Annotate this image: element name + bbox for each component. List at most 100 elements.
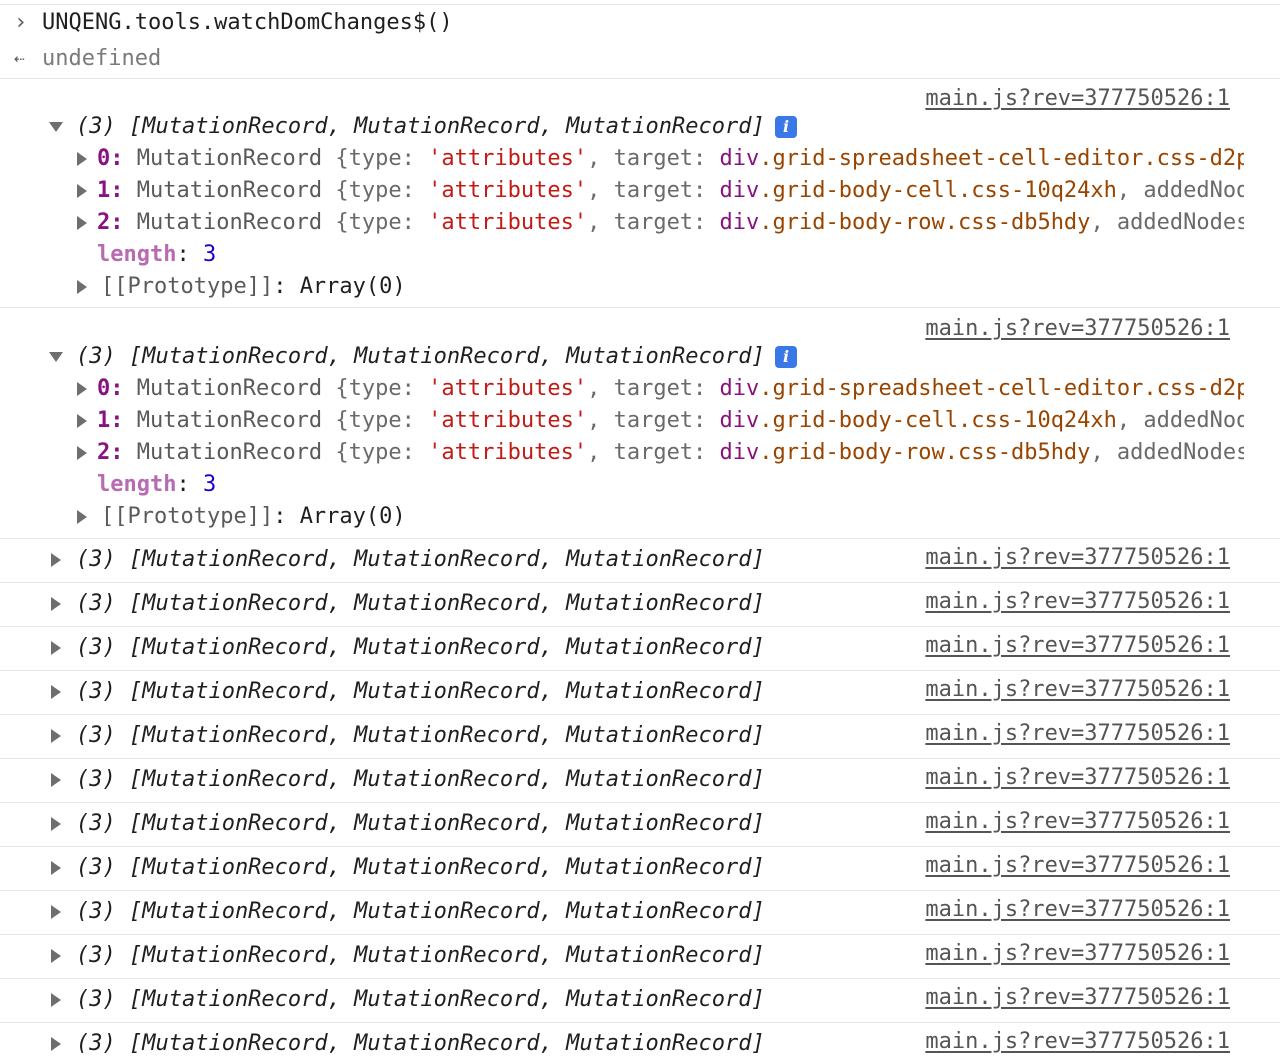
source-link[interactable]: main.js?rev=377750526:1 [925,895,1230,925]
array-summary[interactable]: (3) [MutationRecord, MutationRecord, Mut… [76,853,765,883]
expand-arrow-icon[interactable] [51,861,61,875]
array-summary[interactable]: (3) [MutationRecord, MutationRecord, Mut… [76,342,765,372]
source-link[interactable]: main.js?rev=377750526:1 [925,84,1230,114]
length-value: 3 [202,472,217,497]
expand-arrow-icon[interactable] [77,382,87,396]
expand-arrow-icon[interactable] [77,216,87,230]
expand-arrow-icon[interactable] [51,1037,61,1051]
source-link[interactable]: main.js?rev=377750526:1 [925,763,1230,793]
array-summary[interactable]: (3) [MutationRecord, MutationRecord, Mut… [76,765,765,795]
expand-arrow-icon[interactable] [51,949,61,963]
source-link[interactable]: main.js?rev=377750526:1 [925,939,1230,969]
expand-arrow-icon[interactable] [77,184,87,198]
return-arrow-icon: ⇠ [14,48,25,69]
divider [0,582,1280,583]
source-link[interactable]: main.js?rev=377750526:1 [925,631,1230,661]
prototype-property[interactable]: [[Prototype]]: Array(0) [101,502,406,532]
expand-arrow-icon[interactable] [51,817,61,831]
expand-arrow-icon[interactable] [51,641,61,655]
console-panel: › UNQENG.tools.watchDomChanges$() ⇠ unde… [0,0,1280,1064]
array-summary[interactable]: (3) [MutationRecord, MutationRecord, Mut… [76,112,765,142]
length-key: length [97,242,177,267]
item-string-value: 'attributes' [428,376,588,401]
item-type-name: MutationRecord [123,376,336,401]
item-node-tag: div [719,178,760,203]
mutation-record-item[interactable]: 1: MutationRecord {type: 'attributes', t… [97,176,1244,206]
item-index: 0: [97,376,124,401]
item-index: 1: [97,408,124,433]
prototype-property[interactable]: [[Prototype]]: Array(0) [101,272,406,302]
divider [0,670,1280,671]
item-key: {type: [335,210,429,235]
divider [0,538,1280,539]
expand-arrow-icon[interactable] [51,905,61,919]
source-link[interactable]: main.js?rev=377750526:1 [925,719,1230,749]
array-summary[interactable]: (3) [MutationRecord, MutationRecord, Mut… [76,677,765,707]
item-string-value: 'attributes' [428,146,588,171]
array-summary[interactable]: (3) [MutationRecord, MutationRecord, Mut… [76,633,765,663]
mutation-record-item[interactable]: 2: MutationRecord {type: 'attributes', t… [97,208,1244,238]
array-summary[interactable]: (3) [MutationRecord, MutationRecord, Mut… [76,721,765,751]
expand-arrow-icon[interactable] [77,446,87,460]
expand-arrow-icon[interactable] [77,152,87,166]
item-node-tag: div [719,210,760,235]
source-link[interactable]: main.js?rev=377750526:1 [925,1027,1230,1057]
length-value: 3 [202,242,217,267]
info-icon[interactable]: i [775,346,797,368]
item-key: {type: [335,146,429,171]
array-summary[interactable]: (3) [MutationRecord, MutationRecord, Mut… [76,809,765,839]
divider [0,758,1280,759]
source-link[interactable]: main.js?rev=377750526:1 [925,851,1230,881]
collapse-arrow-icon[interactable] [49,352,63,362]
array-summary[interactable]: (3) [MutationRecord, MutationRecord, Mut… [76,985,765,1015]
source-link[interactable]: main.js?rev=377750526:1 [925,983,1230,1013]
array-summary[interactable]: (3) [MutationRecord, MutationRecord, Mut… [76,941,765,971]
expand-arrow-icon[interactable] [51,773,61,787]
item-node-class: .grid-body-cell.css-10q24xh [759,178,1117,203]
divider [0,4,1280,5]
item-type-name: MutationRecord [123,178,336,203]
item-node-tag: div [719,440,760,465]
item-node-class: .grid-body-row.css-db5hdy [759,210,1091,235]
info-icon[interactable]: i [775,116,797,138]
colon: : [273,504,300,529]
length-key: length [97,472,177,497]
expand-arrow-icon[interactable] [51,553,61,567]
item-index: 2: [97,210,124,235]
source-link[interactable]: main.js?rev=377750526:1 [925,543,1230,573]
item-rest: , addedNodes [1116,408,1244,433]
array-summary[interactable]: (3) [MutationRecord, MutationRecord, Mut… [76,897,765,927]
console-input-command[interactable]: UNQENG.tools.watchDomChanges$() [42,8,453,38]
expand-arrow-icon[interactable] [77,510,87,524]
item-string-value: 'attributes' [428,178,588,203]
array-summary[interactable]: (3) [MutationRecord, MutationRecord, Mut… [76,1029,765,1059]
item-key: , target: [587,440,720,465]
console-result-value: undefined [42,46,162,71]
mutation-record-item[interactable]: 1: MutationRecord {type: 'attributes', t… [97,406,1244,436]
mutation-record-item[interactable]: 2: MutationRecord {type: 'attributes', t… [97,438,1244,468]
item-key: , target: [587,210,720,235]
expand-arrow-icon[interactable] [77,280,87,294]
divider [0,890,1280,891]
source-link[interactable]: main.js?rev=377750526:1 [925,675,1230,705]
collapse-arrow-icon[interactable] [49,122,63,132]
expand-arrow-icon[interactable] [51,685,61,699]
mutation-record-item[interactable]: 0: MutationRecord {type: 'attributes', t… [97,144,1244,174]
source-link[interactable]: main.js?rev=377750526:1 [925,807,1230,837]
expand-arrow-icon[interactable] [77,414,87,428]
item-string-value: 'attributes' [428,440,588,465]
array-summary[interactable]: (3) [MutationRecord, MutationRecord, Mut… [76,545,765,575]
divider [0,626,1280,627]
length-property: length: 3 [97,470,216,500]
item-node-tag: div [719,376,760,401]
expand-arrow-icon[interactable] [51,993,61,1007]
mutation-record-item[interactable]: 0: MutationRecord {type: 'attributes', t… [97,374,1244,404]
source-link[interactable]: main.js?rev=377750526:1 [925,587,1230,617]
expand-arrow-icon[interactable] [51,597,61,611]
expand-arrow-icon[interactable] [51,729,61,743]
source-link[interactable]: main.js?rev=377750526:1 [925,314,1230,344]
array-summary[interactable]: (3) [MutationRecord, MutationRecord, Mut… [76,589,765,619]
item-type-name: MutationRecord [123,408,336,433]
item-key: {type: [335,376,429,401]
item-type-name: MutationRecord [123,210,336,235]
